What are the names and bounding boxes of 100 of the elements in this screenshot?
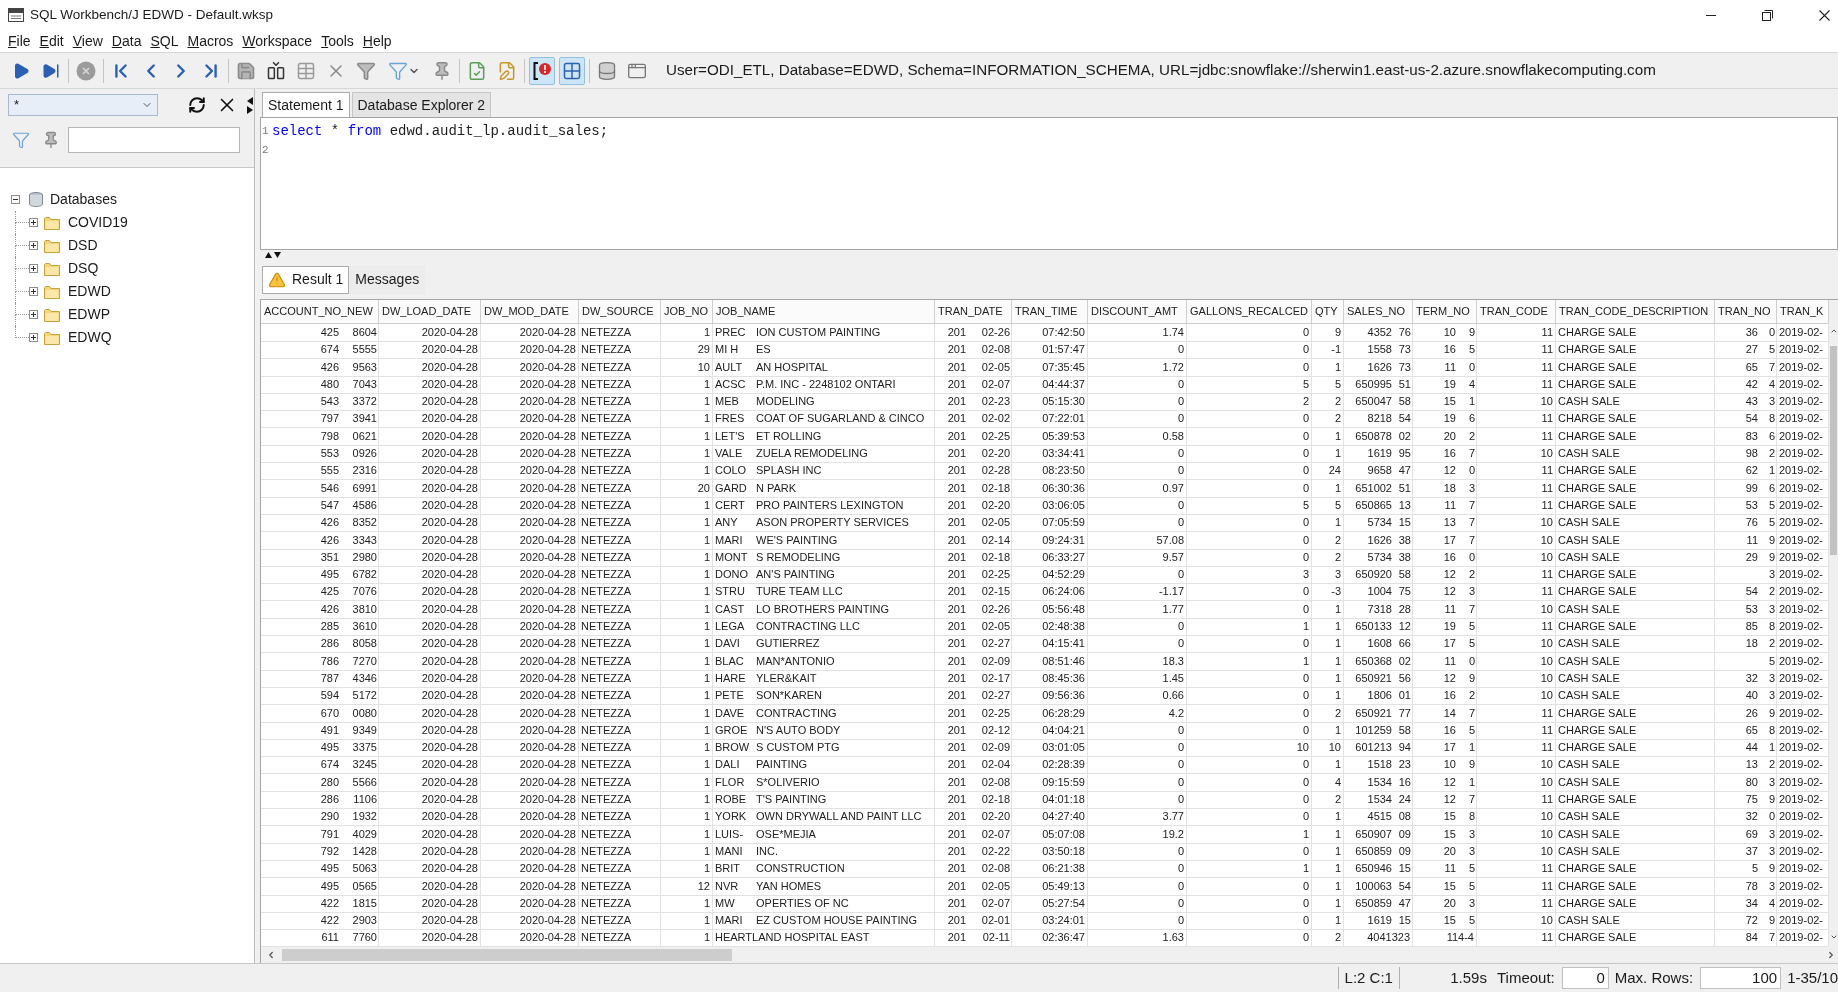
column-header[interactable]: TRAN_TIME: [1012, 300, 1088, 324]
menu-item[interactable]: View: [72, 31, 103, 51]
minus-box-icon[interactable]: [11, 195, 20, 204]
column-header[interactable]: DW_LOAD_DATE: [379, 300, 481, 324]
scrollbar-thumb[interactable]: [1830, 346, 1837, 555]
timeout-field[interactable]: 0: [1561, 967, 1609, 989]
table-cell: 19.2: [1088, 825, 1187, 844]
table-cell-text: 9563: [352, 359, 377, 375]
menu-item[interactable]: Edit: [39, 31, 64, 51]
table-cell: 4: [1312, 773, 1344, 792]
vertical-scrollbar[interactable]: [1829, 300, 1838, 947]
table-cell: 11: [1477, 791, 1556, 809]
table-cell-text: 286: [320, 636, 339, 652]
menu-item[interactable]: File: [8, 31, 31, 51]
column-header[interactable]: JOB_NO: [661, 300, 713, 324]
column-header[interactable]: TRAN_NO: [1715, 300, 1777, 324]
table-cell-text: 1558: [1367, 342, 1392, 358]
menu-item[interactable]: Workspace: [242, 31, 313, 51]
tree-item[interactable]: COVID19: [68, 212, 128, 233]
table-cell-text: 650859: [1355, 895, 1392, 911]
table-cell: 3: [1312, 566, 1344, 585]
column-header[interactable]: TRAN_K: [1777, 300, 1829, 324]
table-cell: 03:01:05: [1012, 739, 1088, 758]
table-cell: 10: [1477, 808, 1556, 827]
plus-box-icon[interactable]: [29, 287, 38, 296]
column-header[interactable]: TRAN_DATE: [935, 300, 1012, 324]
column-header[interactable]: GALLONS_RECALCED: [1187, 300, 1312, 324]
splitter-arrows-icon[interactable]: [247, 96, 253, 114]
table-cell-text: 201: [947, 843, 966, 859]
object-type-dropdown[interactable]: *: [8, 94, 158, 116]
table-cell: 2020-04-28: [481, 652, 579, 671]
funnel-icon: [12, 131, 30, 149]
table-cell-text: 15: [1443, 826, 1456, 842]
table-cell-text: 02-07: [981, 895, 1010, 911]
plus-box-icon[interactable]: [29, 241, 38, 250]
tree-item[interactable]: EDWD: [68, 281, 111, 302]
result-tab[interactable]: Result 1: [262, 265, 350, 294]
max-rows-field[interactable]: 100: [1700, 967, 1782, 989]
table-cell: 0: [1187, 462, 1312, 481]
filter-input[interactable]: [68, 127, 240, 153]
table-cell-text: 10: [1443, 325, 1456, 340]
menu-item[interactable]: Tools: [321, 31, 354, 51]
plus-box-icon[interactable]: [29, 333, 38, 342]
tree-item[interactable]: DSD: [68, 235, 98, 256]
table-cell: 1: [661, 445, 713, 464]
table-cell-text: 02-02: [981, 411, 1010, 427]
tree-item[interactable]: Databases: [50, 189, 117, 210]
tree-item[interactable]: EDWQ: [68, 327, 112, 348]
table-cell-text: 201: [947, 705, 966, 721]
table-cell: NETEZZA: [579, 773, 661, 792]
table-cell: 0: [1187, 877, 1312, 896]
menu-item[interactable]: Data: [111, 31, 142, 51]
refresh-button[interactable]: [187, 95, 207, 115]
menu-item[interactable]: Macros: [187, 31, 234, 51]
table-cell: 2020-04-28: [379, 791, 481, 809]
table-cell: CASH SALE: [1556, 756, 1715, 775]
column-header[interactable]: TERM_NO: [1413, 300, 1477, 324]
pin-button[interactable]: [42, 130, 60, 150]
plus-box-icon[interactable]: [29, 218, 38, 227]
plus-box-icon[interactable]: [29, 310, 38, 319]
column-header[interactable]: DW_MOD_DATE: [481, 300, 579, 324]
table-cell: NETEZZA: [579, 635, 661, 654]
column-header[interactable]: JOB_NAME: [713, 300, 935, 324]
table-cell: 11: [1477, 341, 1556, 360]
editor-tab[interactable]: Statement 1: [262, 92, 350, 117]
horizontal-scrollbar[interactable]: [260, 947, 1838, 963]
table-cell-text: BROW: [715, 740, 750, 756]
table-cell: NETEZZA: [579, 514, 661, 533]
table-cell-text: 650865: [1355, 497, 1392, 513]
sql-editor[interactable]: 1 select * from edwd.audit_lp.audit_sales; 2: [260, 117, 1838, 250]
toolbar-button[interactable]: [529, 56, 555, 85]
menu-item[interactable]: SQL: [150, 31, 179, 51]
table-cell: 2: [1312, 393, 1344, 412]
table-cell: CHARGE SALE: [1556, 704, 1715, 723]
table-cell-text: 73: [1398, 342, 1411, 358]
column-header[interactable]: SALES_NO: [1344, 300, 1413, 324]
table-cell: 2020-04-28: [379, 479, 481, 498]
table-cell: NETEZZA: [579, 479, 661, 498]
column-header[interactable]: DW_SOURCE: [579, 300, 661, 324]
tree-item[interactable]: DSQ: [68, 258, 99, 279]
column-header[interactable]: TRAN_CODE: [1477, 300, 1556, 324]
column-header[interactable]: DISCOUNT_AMT: [1088, 300, 1187, 324]
result-tab[interactable]: Messages: [349, 265, 426, 294]
column-header[interactable]: TRAN_CODE_DESCRIPTION: [1556, 300, 1715, 324]
table-cell-text: 5: [1768, 497, 1775, 513]
table-cell: NETEZZA: [579, 687, 661, 706]
column-header[interactable]: QTY: [1312, 300, 1344, 324]
tree-item[interactable]: EDWP: [68, 304, 110, 325]
table-cell: 2020-04-28: [379, 375, 481, 394]
plus-box-icon[interactable]: [29, 264, 38, 273]
table-cell: 1: [661, 410, 713, 429]
table-cell-text: 201: [947, 463, 966, 479]
table-cell-text: MODELING: [756, 394, 815, 410]
table-cell-text: 1: [1768, 463, 1775, 479]
table-cell-text: 11: [1746, 532, 1758, 548]
column-header[interactable]: ACCOUNT_NO_NEW: [261, 300, 379, 324]
editor-tab[interactable]: Database Explorer 2: [351, 92, 492, 117]
splitter-arrows-icon[interactable]: [265, 252, 281, 258]
scrollbar-thumb[interactable]: [282, 949, 732, 961]
menu-item[interactable]: Help: [362, 31, 392, 51]
